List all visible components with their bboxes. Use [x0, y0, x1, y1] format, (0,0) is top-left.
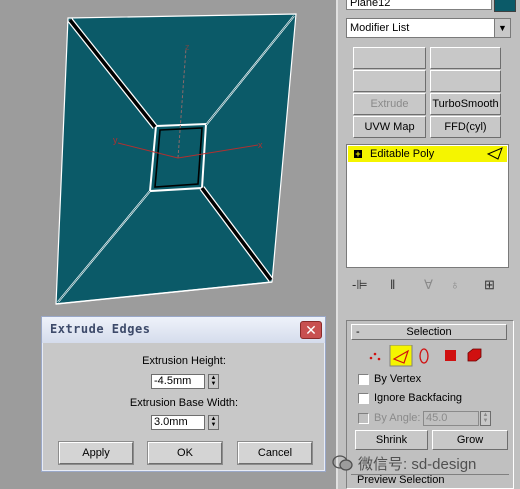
- by-angle-label: By Angle:: [374, 412, 421, 424]
- uvw-map-button[interactable]: UVW Map: [353, 116, 426, 138]
- element-level-icon[interactable]: [467, 348, 482, 362]
- extrusion-base-width-label: Extrusion Base Width:: [129, 397, 239, 409]
- apply-button[interactable]: Apply: [59, 442, 133, 464]
- light-bulb-triangle-icon[interactable]: [487, 147, 503, 160]
- turbosmooth-button[interactable]: TurboSmooth: [430, 93, 501, 115]
- extrusion-base-width-field[interactable]: 3.0mm: [151, 415, 205, 430]
- subobject-levels: [369, 345, 482, 367]
- by-angle-field[interactable]: 45.0: [423, 411, 479, 426]
- watermark-text: 微信号: sd-design: [358, 456, 477, 473]
- by-vertex-label: By Vertex: [374, 373, 422, 385]
- axis-label-x: x: [258, 140, 263, 150]
- stack-item-label: Editable Poly: [370, 148, 435, 160]
- configure-sets-icon[interactable]: ⊞: [484, 277, 495, 293]
- border-level-icon[interactable]: [419, 348, 429, 364]
- modifier-list-dropdown[interactable]: Modifier List ▼: [346, 18, 511, 38]
- extrusion-height-spinner[interactable]: ▲ ▼: [208, 374, 219, 389]
- ok-button[interactable]: OK: [148, 442, 222, 464]
- extrusion-height-field[interactable]: -4.5mm: [151, 374, 205, 389]
- extrude-button[interactable]: Extrude: [353, 93, 426, 115]
- vertex-level-icon[interactable]: [369, 352, 381, 361]
- extrude-edges-dialog: Extrude Edges ✕ Extrusion Height: -4.5mm…: [41, 316, 326, 472]
- make-unique-icon[interactable]: ∀: [424, 277, 433, 293]
- chevron-down-icon: ▼: [494, 19, 510, 37]
- modifier-stack[interactable]: + Editable Poly: [346, 144, 509, 268]
- dialog-title: Extrude Edges: [50, 322, 151, 336]
- panel-divider: [336, 0, 338, 489]
- show-end-result-icon[interactable]: ‖: [390, 277, 395, 292]
- edge-level-icon[interactable]: [389, 345, 413, 367]
- preview-selection-group: Preview Selection: [351, 474, 509, 489]
- by-vertex-checkbox[interactable]: [358, 374, 369, 385]
- object-name-field[interactable]: Plane12: [346, 0, 492, 10]
- modifier-button-blank-3[interactable]: [353, 70, 426, 92]
- modifier-button-blank-1[interactable]: [353, 47, 426, 69]
- close-icon: ✕: [305, 322, 317, 338]
- modifier-list-label: Modifier List: [350, 22, 410, 34]
- pin-stack-icon[interactable]: -⊫: [352, 277, 368, 293]
- rollout-title: Selection: [406, 326, 452, 338]
- modifier-button-blank-4[interactable]: [430, 70, 501, 92]
- grow-button[interactable]: Grow: [432, 430, 508, 450]
- wechat-icon: [332, 455, 353, 471]
- selection-rollout-header[interactable]: - Selection: [351, 324, 507, 340]
- close-button[interactable]: ✕: [300, 321, 322, 339]
- axis-label-y: y: [113, 135, 118, 145]
- expand-icon[interactable]: +: [354, 150, 362, 159]
- modifier-button-blank-2[interactable]: [430, 47, 501, 69]
- shrink-button[interactable]: Shrink: [355, 430, 428, 450]
- object-color-swatch[interactable]: [494, 0, 516, 12]
- ignore-backfacing-checkbox[interactable]: [358, 393, 369, 404]
- stack-toolbar: -⊫ ‖ ∀ ♁ ⊞: [346, 274, 511, 298]
- cancel-button[interactable]: Cancel: [238, 442, 312, 464]
- extrusion-height-label: Extrusion Height:: [142, 355, 226, 367]
- dialog-title-bar[interactable]: Extrude Edges ✕: [42, 317, 325, 343]
- collapse-icon: -: [356, 326, 360, 338]
- stack-item-editable-poly[interactable]: + Editable Poly: [348, 146, 507, 162]
- ffd-cyl-button[interactable]: FFD(cyl): [430, 116, 501, 138]
- ignore-backfacing-label: Ignore Backfacing: [374, 392, 463, 404]
- axis-label-z: z: [185, 42, 190, 52]
- preview-selection-label: Preview Selection: [357, 474, 445, 486]
- by-angle-spinner[interactable]: ▲ ▼: [480, 411, 491, 426]
- extrusion-base-width-spinner[interactable]: ▲ ▼: [208, 415, 219, 430]
- watermark: 微信号: sd-design: [330, 452, 520, 474]
- remove-modifier-icon[interactable]: ♁: [450, 277, 460, 292]
- polygon-level-icon[interactable]: [445, 350, 456, 361]
- by-angle-checkbox[interactable]: [358, 413, 369, 424]
